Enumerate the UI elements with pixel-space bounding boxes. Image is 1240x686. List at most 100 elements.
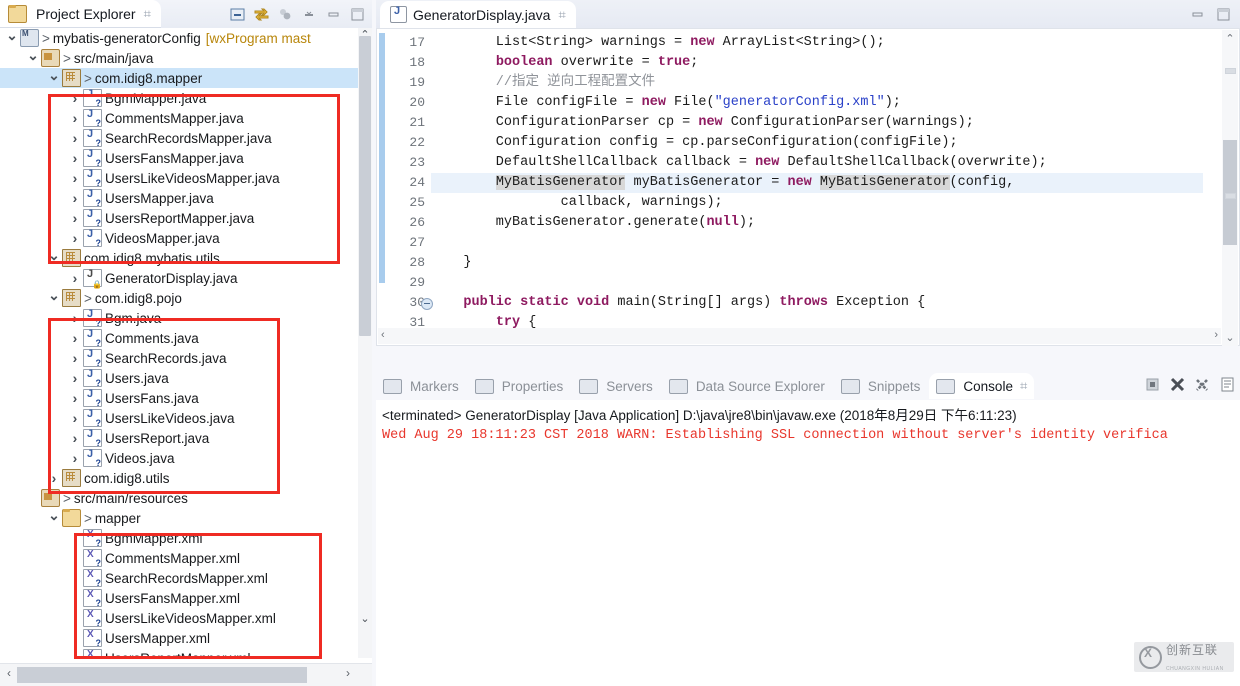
tree-item[interactable]: > src/main/resources (0, 488, 358, 508)
code-editor[interactable]: 17 18 19 20 21 22 23 24 25 26 27 28 29 30 31 List<Stri… (376, 28, 1240, 346)
close-icon[interactable]: ⌗ (558, 7, 565, 23)
chevron-right-icon[interactable] (67, 370, 83, 386)
tree-item[interactable]: >mybatis-generatorConfig[wxProgram mast (0, 28, 358, 48)
tree-item[interactable]: Videos.java (0, 448, 358, 468)
scroll-right-icon[interactable]: › (1214, 329, 1218, 341)
tree-item[interactable]: CommentsMapper.java (0, 108, 358, 128)
editor-horizontal-scrollbar[interactable]: ‹ › (378, 328, 1221, 344)
tree-item[interactable]: UsersFans.java (0, 388, 358, 408)
scroll-down-icon[interactable]: ⌄ (358, 612, 372, 628)
code-line[interactable]: } (431, 253, 1203, 273)
chevron-right-icon[interactable] (67, 130, 83, 146)
tree-item[interactable]: UsersLikeVideosMapper.java (0, 168, 358, 188)
tree-item[interactable]: SearchRecordsMapper.xml (0, 568, 358, 588)
code-line[interactable]: List<String> warnings = new ArrayList<St… (431, 33, 1203, 53)
chevron-right-icon[interactable] (67, 170, 83, 186)
chevron-right-icon[interactable] (67, 310, 83, 326)
code-line[interactable]: boolean overwrite = true; (431, 53, 1203, 73)
stop-icon[interactable] (1144, 376, 1161, 393)
scroll-right-icon[interactable]: › (340, 666, 356, 684)
minimize-icon[interactable] (1189, 6, 1206, 23)
code-line[interactable]: public static void main(String[] args) t… (431, 293, 1203, 313)
editor-vertical-scrollbar[interactable]: ⌃ ⌄ (1222, 30, 1238, 346)
chevron-right-icon[interactable] (67, 90, 83, 106)
scroll-down-icon[interactable]: ⌄ (1222, 331, 1238, 344)
chevron-right-icon[interactable] (67, 350, 83, 366)
chevron-down-icon[interactable] (4, 30, 20, 47)
chevron-right-icon[interactable] (46, 470, 62, 486)
chevron-down-icon[interactable] (46, 510, 62, 527)
link-with-editor-icon[interactable] (253, 6, 270, 23)
display-selected-console-icon[interactable] (1219, 376, 1236, 393)
view-menu-icon[interactable] (277, 6, 294, 23)
chevron-right-icon[interactable] (67, 150, 83, 166)
tree-item[interactable]: com.idig8.utils (0, 468, 358, 488)
code-line[interactable] (431, 273, 1203, 293)
tree-item[interactable]: SearchRecords.java (0, 348, 358, 368)
close-icon[interactable]: ⌗ (144, 6, 151, 22)
chevron-down-icon[interactable] (46, 250, 62, 267)
chevron-right-icon[interactable] (67, 230, 83, 246)
explorer-hscroll-thumb[interactable] (17, 667, 307, 683)
code-line[interactable]: DefaultShellCallback callback = new Defa… (431, 153, 1203, 173)
tree-item[interactable]: UsersMapper.xml (0, 628, 358, 648)
tab-servers[interactable]: Servers (572, 373, 660, 399)
tab-data-source-explorer[interactable]: Data Source Explorer (662, 373, 832, 399)
chevron-right-icon[interactable] (67, 410, 83, 426)
tree-item[interactable]: com.idig8.mybatis.utils (0, 248, 358, 268)
code-line[interactable]: myBatisGenerator.generate(null); (431, 213, 1203, 233)
source-code[interactable]: List<String> warnings = new ArrayList<St… (431, 29, 1203, 345)
tree-item[interactable]: >com.idig8.pojo (0, 288, 358, 308)
restore-icon[interactable] (325, 6, 342, 23)
tree-item[interactable]: >com.idig8.mapper (0, 68, 358, 88)
maximize-icon[interactable] (1215, 6, 1232, 23)
close-icon[interactable]: ⌗ (1020, 378, 1027, 394)
code-line[interactable]: Configuration config = cp.parseConfigura… (431, 133, 1203, 153)
tab-properties[interactable]: Properties (468, 373, 571, 399)
collapse-all-icon[interactable] (229, 6, 246, 23)
chevron-right-icon[interactable] (67, 330, 83, 346)
project-tree[interactable]: >mybatis-generatorConfig[wxProgram mast>… (0, 28, 358, 658)
chevron-right-icon[interactable] (67, 190, 83, 206)
tree-item[interactable]: UsersLikeVideosMapper.xml (0, 608, 358, 628)
tree-item[interactable]: VideosMapper.java (0, 228, 358, 248)
minimize-icon[interactable] (301, 6, 318, 23)
code-line[interactable]: MyBatisGenerator myBatisGenerator = new … (431, 173, 1203, 193)
tree-item[interactable]: UsersReportMapper.java (0, 208, 358, 228)
overview-marker[interactable] (1225, 68, 1236, 74)
tree-item[interactable]: >src/main/java (0, 48, 358, 68)
tree-item[interactable]: UsersMapper.java (0, 188, 358, 208)
explorer-horizontal-scrollbar[interactable]: ‹ › (0, 663, 372, 686)
explorer-vertical-scrollbar[interactable]: ⌃ ⌄ (358, 28, 372, 658)
tree-item[interactable]: UsersFansMapper.java (0, 148, 358, 168)
chevron-down-icon[interactable] (46, 290, 62, 307)
tree-item[interactable]: CommentsMapper.xml (0, 548, 358, 568)
tab-project-explorer[interactable]: Project Explorer ⌗ (0, 0, 161, 28)
chevron-right-icon[interactable] (67, 210, 83, 226)
chevron-right-icon[interactable] (67, 110, 83, 126)
code-line[interactable] (431, 233, 1203, 253)
clear-console-icon[interactable] (1169, 376, 1186, 393)
tree-item[interactable]: BgmMapper.xml (0, 528, 358, 548)
remove-all-terminated-icon[interactable] (1194, 376, 1211, 393)
chevron-down-icon[interactable] (46, 70, 62, 87)
chevron-down-icon[interactable] (25, 50, 41, 67)
tree-item[interactable]: UsersFansMapper.xml (0, 588, 358, 608)
code-line[interactable]: ConfigurationParser cp = new Configurati… (431, 113, 1203, 133)
chevron-right-icon[interactable] (67, 430, 83, 446)
tree-item[interactable]: Bgm.java (0, 308, 358, 328)
scroll-left-icon[interactable]: ‹ (1, 666, 17, 684)
tree-item[interactable]: Users.java (0, 368, 358, 388)
explorer-scroll-thumb[interactable] (359, 36, 371, 336)
chevron-right-icon[interactable] (67, 390, 83, 406)
code-line[interactable]: //指定 逆向工程配置文件 (431, 73, 1203, 93)
maximize-icon[interactable] (349, 6, 366, 23)
tree-item[interactable]: BgmMapper.java (0, 88, 358, 108)
tree-item[interactable]: >mapper (0, 508, 358, 528)
tree-item[interactable]: Comments.java (0, 328, 358, 348)
overview-marker[interactable] (1225, 193, 1236, 199)
tab-generator-display-java[interactable]: GeneratorDisplay.java ⌗ (380, 1, 576, 28)
scroll-up-icon[interactable]: ⌃ (1222, 32, 1238, 45)
code-line[interactable]: callback, warnings); (431, 193, 1203, 213)
tree-item[interactable]: SearchRecordsMapper.java (0, 128, 358, 148)
